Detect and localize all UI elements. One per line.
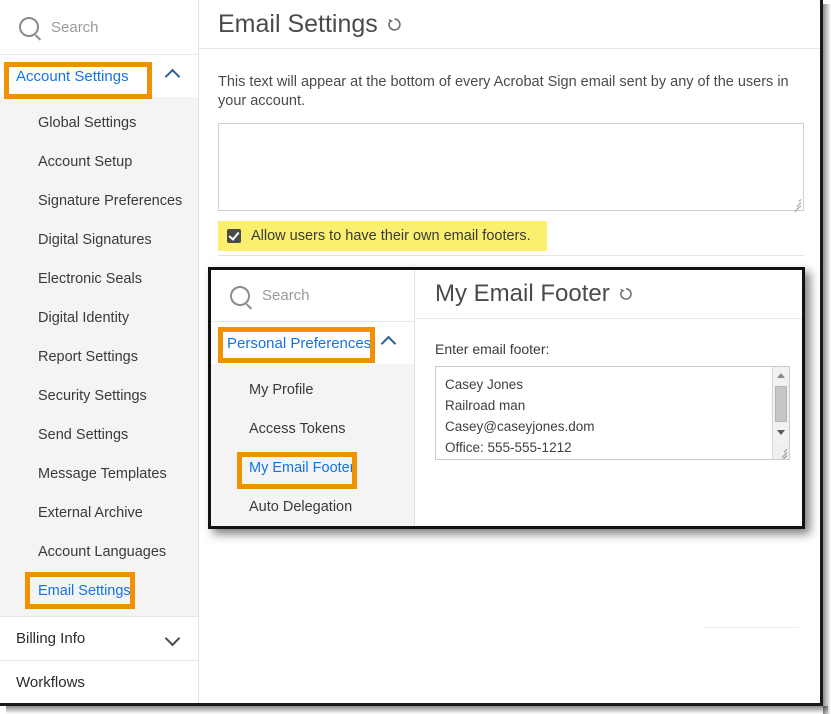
sidebar-item-label: Electronic Seals <box>38 270 142 287</box>
footer-line: Casey Jones <box>445 377 524 392</box>
inset-search[interactable]: Search <box>211 270 414 322</box>
sidebar-item-signature-preferences[interactable]: Signature Preferences <box>0 181 198 220</box>
page-header: Email Settings <box>199 0 820 49</box>
inset-item-label: My Profile <box>249 381 314 398</box>
sidebar-group-workflows[interactable]: Workflows <box>0 660 198 703</box>
sidebar-item-label: Security Settings <box>38 387 147 404</box>
search-icon <box>19 17 39 37</box>
inset-group-personal-preferences[interactable]: Personal Preferences <box>211 322 414 364</box>
allow-user-footers-label: Allow users to have their own email foot… <box>251 227 531 244</box>
sidebar-item-account-languages[interactable]: Account Languages <box>0 532 198 571</box>
chevron-up-icon[interactable] <box>164 68 181 84</box>
search-placeholder: Search <box>51 18 99 36</box>
refresh-icon[interactable] <box>619 287 634 302</box>
sidebar-search[interactable]: Search <box>0 0 198 55</box>
sidebar-item-send-settings[interactable]: Send Settings <box>0 415 198 454</box>
search-placeholder: Search <box>262 287 310 304</box>
inset-item-access-tokens[interactable]: Access Tokens <box>211 409 414 448</box>
inset-item-label: Access Tokens <box>249 420 346 437</box>
sidebar-item-label: Digital Signatures <box>38 231 152 248</box>
resize-grip-icon[interactable] <box>773 443 789 459</box>
refresh-icon[interactable] <box>387 17 402 32</box>
inset-group-label: Personal Preferences <box>227 334 372 352</box>
inset-item-my-email-footer[interactable]: My Email Footer <box>211 448 414 487</box>
scroll-up-icon[interactable] <box>773 367 789 384</box>
account-settings-window: Search Account Settings Global Settings … <box>0 0 823 706</box>
footer-vertical-scrollbar[interactable] <box>772 367 789 459</box>
section-divider <box>218 255 804 256</box>
inset-item-label: My Email Footer <box>249 459 355 476</box>
sidebar-item-label: Report Settings <box>38 348 138 365</box>
inset-page-header: My Email Footer <box>415 270 802 319</box>
inset-item-auto-delegation[interactable]: Auto Delegation <box>211 487 414 526</box>
sidebar-item-label: Message Templates <box>38 465 167 482</box>
resize-grip-icon[interactable] <box>790 197 802 212</box>
window-shadow-bottom <box>6 706 828 714</box>
sidebar-item-list: Global Settings Account Setup Signature … <box>0 97 198 616</box>
chevron-up-icon[interactable] <box>380 335 397 351</box>
sidebar-item-label: Global Settings <box>38 114 137 131</box>
chevron-down-icon[interactable] <box>164 630 181 647</box>
search-icon <box>230 285 250 306</box>
sidebar-item-report-settings[interactable]: Report Settings <box>0 337 198 376</box>
inset-item-label: Auto Delegation <box>249 498 353 515</box>
screenshot-root: Search Account Settings Global Settings … <box>0 0 831 714</box>
allow-user-footers-checkbox[interactable] <box>227 228 241 243</box>
sidebar-group-label: Account Settings <box>16 67 129 85</box>
footer-line: Casey@caseyjones.dom <box>445 419 595 434</box>
sidebar-item-label: Account Languages <box>38 543 167 560</box>
sidebar-item-account-setup[interactable]: Account Setup <box>0 142 198 181</box>
sidebar-item-email-settings[interactable]: Email Settings <box>0 571 198 610</box>
faint-rule <box>704 627 799 628</box>
inset-item-list: My Profile Access Tokens My Email Footer… <box>211 364 414 526</box>
allow-user-footers-row[interactable]: Allow users to have their own email foot… <box>218 220 547 251</box>
sidebar-item-label: Email Settings <box>38 582 131 599</box>
my-email-footer-inset-window: Search Personal Preferences My Profile A… <box>208 267 805 529</box>
my-email-footer-textarea[interactable]: Casey Jones Railroad man Casey@caseyjone… <box>435 366 790 460</box>
sidebar-item-security-settings[interactable]: Security Settings <box>0 376 198 415</box>
inset-item-my-profile[interactable]: My Profile <box>211 370 414 409</box>
sidebar-item-label: Digital Identity <box>38 309 130 326</box>
inset-sidebar: Search Personal Preferences My Profile A… <box>211 270 415 526</box>
page-title: Email Settings <box>218 9 378 38</box>
sidebar-group-account-settings[interactable]: Account Settings <box>0 55 198 97</box>
sidebar-item-label: Signature Preferences <box>38 192 183 209</box>
enter-email-footer-label: Enter email footer: <box>435 341 550 357</box>
sidebar-item-label: Account Setup <box>38 153 133 170</box>
sidebar-item-electronic-seals[interactable]: Electronic Seals <box>0 259 198 298</box>
footer-line: Railroad man <box>445 398 526 413</box>
window-shadow-right <box>823 4 831 714</box>
account-email-footer-textarea[interactable] <box>218 122 804 212</box>
sidebar-item-label: External Archive <box>38 504 143 521</box>
footer-text-content: Casey Jones Railroad man Casey@caseyjone… <box>436 367 789 459</box>
sidebar-item-digital-identity[interactable]: Digital Identity <box>0 298 198 337</box>
scroll-down-icon[interactable] <box>773 424 789 441</box>
footer-line: Office: 555-555-1212 <box>445 440 572 455</box>
footer-line: Mobile: 555-555-1212 <box>445 458 789 459</box>
sidebar-item-label: Send Settings <box>38 426 129 443</box>
sidebar-item-message-templates[interactable]: Message Templates <box>0 454 198 493</box>
sidebar-item-external-archive[interactable]: External Archive <box>0 493 198 532</box>
scrollbar-thumb[interactable] <box>775 386 787 422</box>
sidebar-item-global-settings[interactable]: Global Settings <box>0 103 198 142</box>
inset-page-title: My Email Footer <box>435 280 610 307</box>
email-footer-description: This text will appear at the bottom of e… <box>218 74 789 109</box>
sidebar-group-label: Billing Info <box>16 630 86 647</box>
main-sidebar: Search Account Settings Global Settings … <box>0 0 199 703</box>
sidebar-item-digital-signatures[interactable]: Digital Signatures <box>0 220 198 259</box>
sidebar-group-billing-info[interactable]: Billing Info <box>0 616 198 660</box>
sidebar-group-label: Workflows <box>16 674 85 691</box>
inset-content: My Email Footer Enter email footer: Case… <box>415 270 802 526</box>
